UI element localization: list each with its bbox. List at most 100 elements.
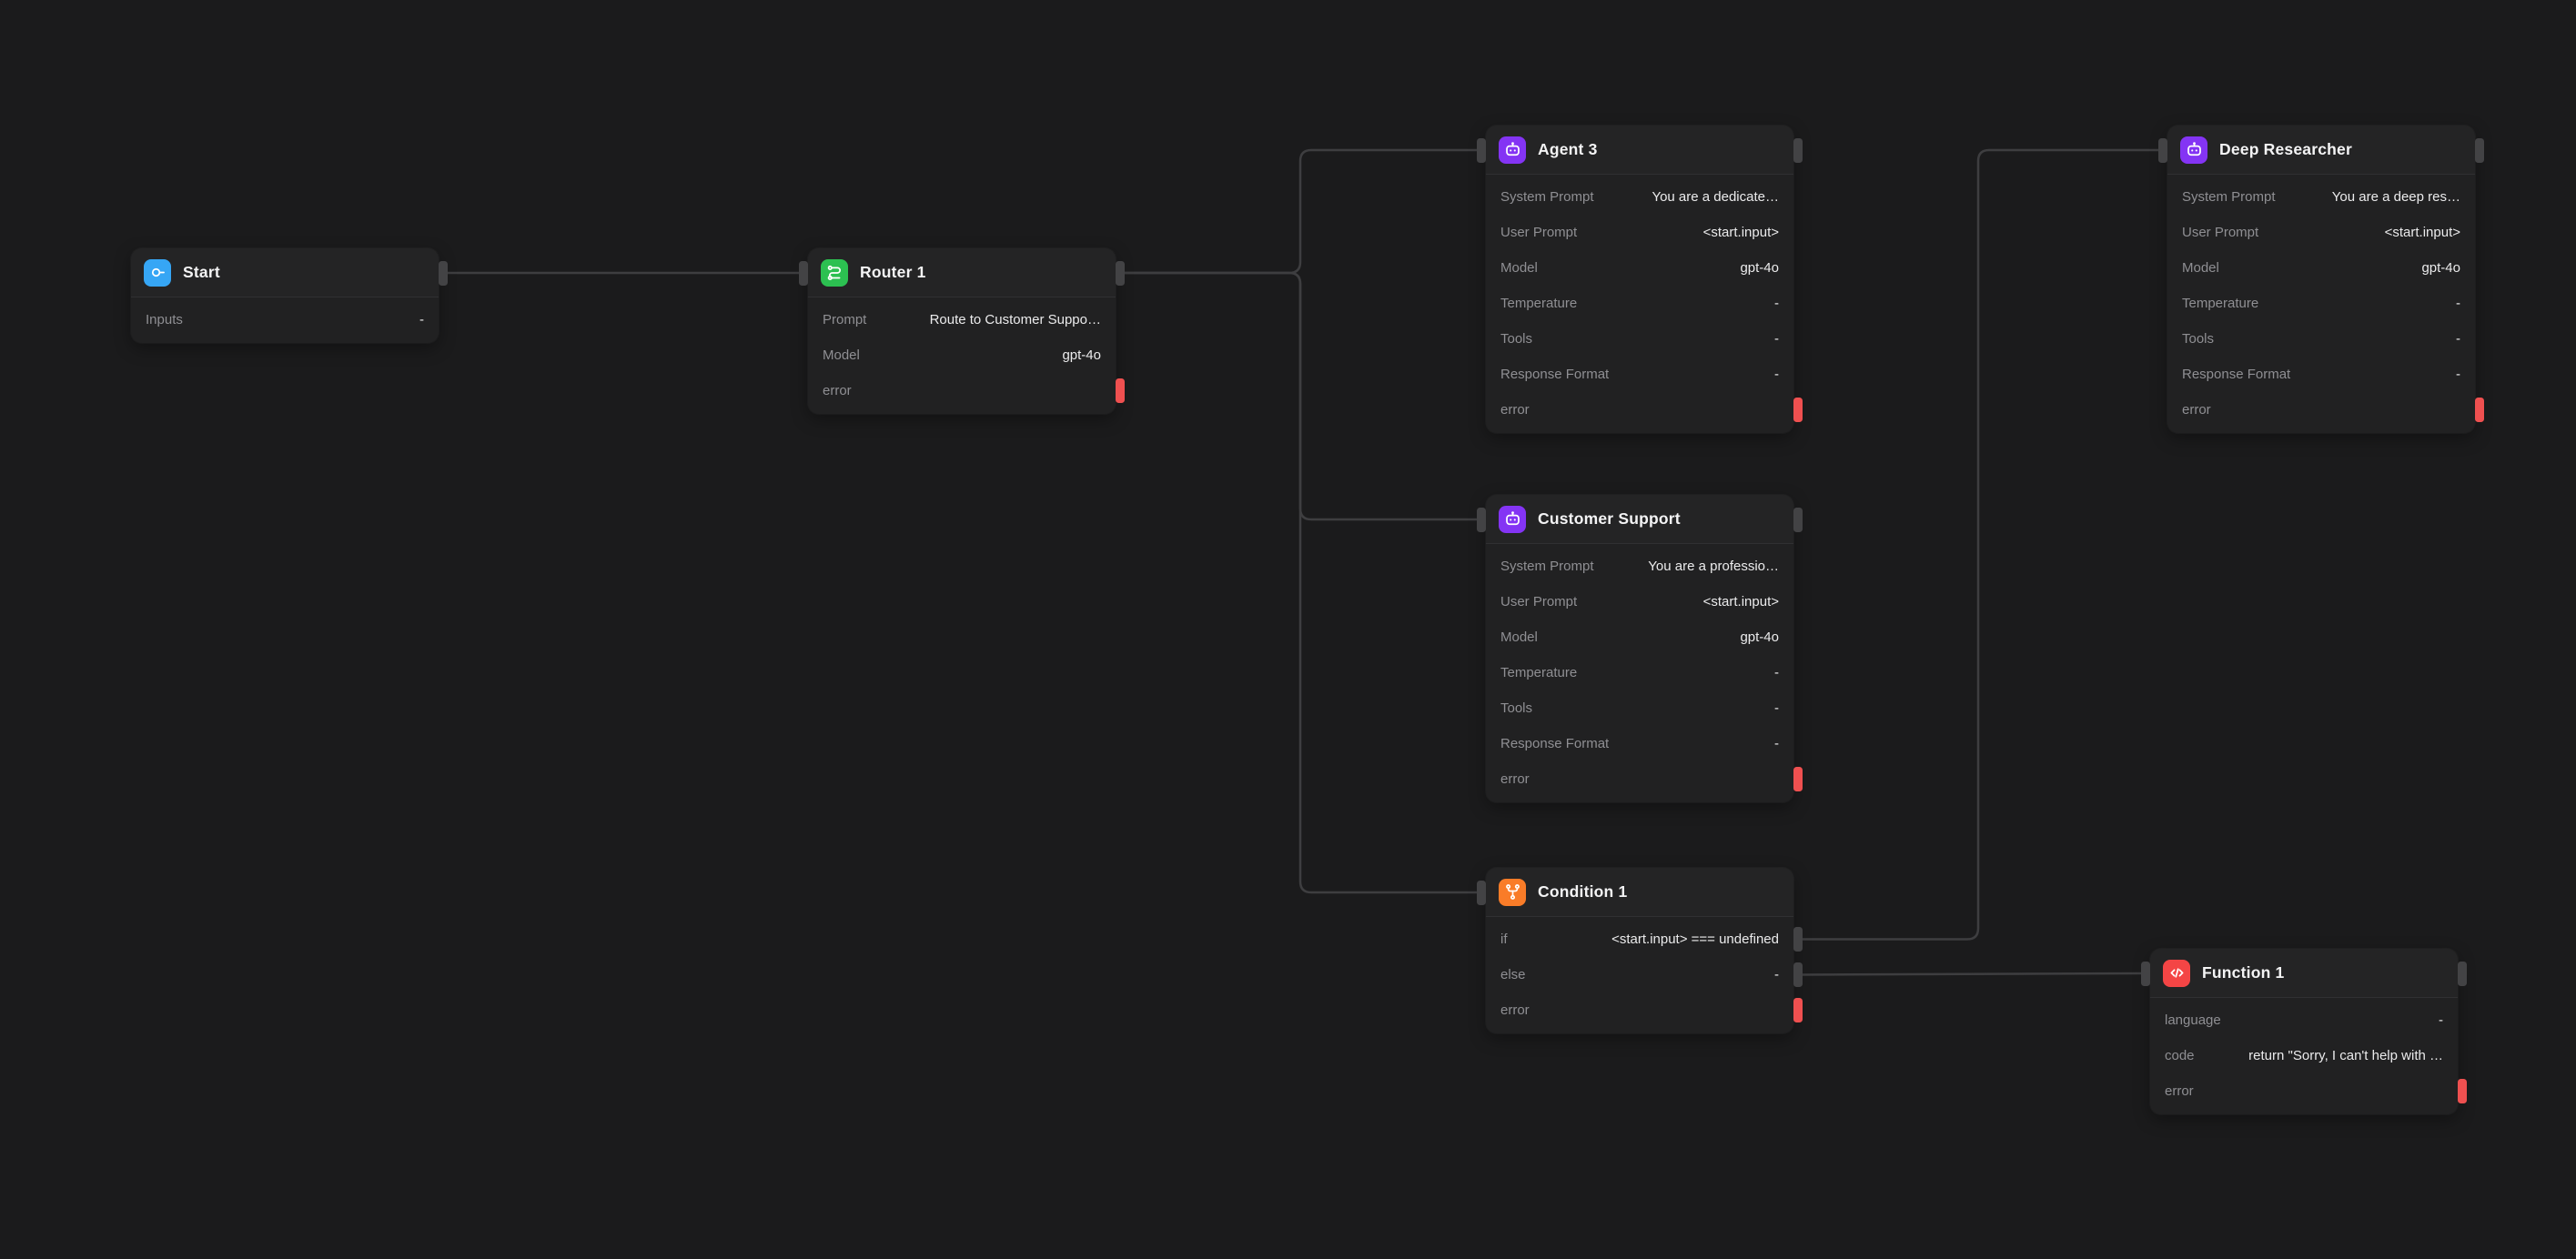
node-header[interactable]: Agent 3 bbox=[1486, 126, 1793, 175]
error-handle[interactable] bbox=[1793, 767, 1803, 791]
node-row[interactable]: codereturn "Sorry, I can't help with … bbox=[2150, 1038, 2458, 1073]
edge-condition-1-to-function-1[interactable] bbox=[1803, 973, 2141, 975]
node-row[interactable]: System Prompt You are a dedicate… bbox=[1486, 179, 1793, 215]
node-row[interactable]: else- bbox=[1486, 957, 1793, 992]
node-row[interactable]: error bbox=[2167, 392, 2475, 428]
row-label: Model bbox=[823, 347, 860, 363]
input-handle[interactable] bbox=[1477, 508, 1486, 532]
output-handle[interactable] bbox=[2458, 962, 2467, 986]
row-value: - bbox=[1541, 700, 1779, 716]
row-value: - bbox=[2230, 1012, 2443, 1028]
output-handle[interactable] bbox=[439, 261, 448, 286]
node-router-1[interactable]: Router 1PromptRoute to Customer Suppo…Mo… bbox=[808, 248, 1116, 414]
code-icon bbox=[2163, 960, 2190, 987]
row-value: You are a dedicate… bbox=[1603, 189, 1779, 205]
node-row[interactable]: error bbox=[1486, 992, 1793, 1028]
row-value: You are a professio… bbox=[1603, 559, 1779, 574]
node-row[interactable]: Inputs- bbox=[131, 302, 439, 337]
input-handle[interactable] bbox=[1477, 138, 1486, 163]
node-row[interactable]: Modelgpt-4o bbox=[1486, 250, 1793, 286]
node-function-1[interactable]: Function 1language-codereturn "Sorry, I … bbox=[2150, 949, 2458, 1114]
error-handle[interactable] bbox=[1116, 378, 1125, 403]
node-row[interactable]: Response Format- bbox=[1486, 357, 1793, 392]
node-header[interactable]: Condition 1 bbox=[1486, 868, 1793, 917]
row-label: error bbox=[1500, 771, 1530, 787]
node-header[interactable]: Router 1 bbox=[808, 248, 1116, 297]
row-label: else bbox=[1500, 967, 1526, 982]
row-label: error bbox=[1500, 402, 1530, 418]
bot-icon bbox=[1499, 136, 1526, 164]
input-handle[interactable] bbox=[2158, 138, 2167, 163]
node-row[interactable]: Modelgpt-4o bbox=[1486, 619, 1793, 655]
input-handle[interactable] bbox=[1477, 881, 1486, 905]
row-value: You are a deep res… bbox=[2285, 189, 2460, 205]
node-agent-3[interactable]: Agent 3 System Prompt You are a dedicate… U… bbox=[1486, 126, 1793, 433]
node-row[interactable]: Modelgpt-4o bbox=[2167, 250, 2475, 286]
node-body: System Prompt You are a dedicate… User Pro… bbox=[1486, 175, 1793, 433]
node-row[interactable]: System PromptYou are a deep res… bbox=[2167, 179, 2475, 215]
node-row[interactable]: Response Format- bbox=[2167, 357, 2475, 392]
workflow-canvas[interactable]: Start Inputs- Router 1 PromptRoute to Custo… bbox=[0, 0, 2576, 1259]
error-handle[interactable] bbox=[2475, 398, 2484, 422]
start-icon bbox=[144, 259, 171, 287]
row-value: - bbox=[1618, 736, 1779, 751]
input-handle[interactable] bbox=[799, 261, 808, 286]
node-row[interactable]: User Prompt<start.input> bbox=[1486, 215, 1793, 250]
edge-router-1-to-condition-1[interactable] bbox=[1125, 273, 1477, 892]
node-row[interactable]: PromptRoute to Customer Suppo… bbox=[808, 302, 1116, 337]
edge-router-1-to-agent-3[interactable] bbox=[1125, 150, 1477, 273]
node-row[interactable]: Response Format- bbox=[1486, 726, 1793, 761]
row-value: <start.input> bbox=[1586, 594, 1779, 609]
node-title: Deep Researcher bbox=[2219, 140, 2352, 159]
node-header[interactable]: Deep Researcher bbox=[2167, 126, 2475, 175]
output-handle[interactable] bbox=[1793, 138, 1803, 163]
error-handle[interactable] bbox=[2458, 1079, 2467, 1103]
node-row[interactable]: error bbox=[808, 373, 1116, 408]
node-row[interactable]: User Prompt <start.input> bbox=[1486, 584, 1793, 619]
node-condition-1[interactable]: Condition 1if<start.input> === undefined… bbox=[1486, 868, 1793, 1033]
output-handle[interactable] bbox=[2475, 138, 2484, 163]
node-header[interactable]: Customer Support bbox=[1486, 495, 1793, 544]
edge-condition-1-to-deep-researcher[interactable] bbox=[1803, 150, 2158, 940]
row-label: error bbox=[2165, 1083, 2194, 1099]
row-label: language bbox=[2165, 1012, 2221, 1028]
node-row[interactable]: if<start.input> === undefined bbox=[1486, 922, 1793, 957]
node-start[interactable]: Start Inputs- bbox=[131, 248, 439, 343]
node-row[interactable]: error bbox=[1486, 392, 1793, 428]
node-row[interactable]: error bbox=[2150, 1073, 2458, 1109]
output-handle[interactable] bbox=[1116, 261, 1125, 286]
node-row[interactable]: Tools- bbox=[1486, 321, 1793, 357]
row-value: - bbox=[192, 312, 424, 327]
node-header[interactable]: Start bbox=[131, 248, 439, 297]
error-handle[interactable] bbox=[1793, 998, 1803, 1022]
node-deep-researcher[interactable]: Deep Researcher System PromptYou are a de… bbox=[2167, 126, 2475, 433]
node-row[interactable]: Temperature- bbox=[1486, 286, 1793, 321]
row-label: Prompt bbox=[823, 312, 866, 327]
node-row[interactable]: Tools- bbox=[1486, 690, 1793, 726]
row-value: - bbox=[1541, 331, 1779, 347]
row-output-handle[interactable] bbox=[1793, 927, 1803, 952]
node-row[interactable]: Temperature- bbox=[2167, 286, 2475, 321]
output-handle[interactable] bbox=[1793, 508, 1803, 532]
node-row[interactable]: User Prompt<start.input> bbox=[2167, 215, 2475, 250]
node-row[interactable]: error bbox=[1486, 761, 1793, 797]
row-label: System Prompt bbox=[1500, 189, 1594, 205]
node-customer-support[interactable]: Customer Support System PromptYou are a p… bbox=[1486, 495, 1793, 802]
row-value: - bbox=[2223, 331, 2460, 347]
row-label: Temperature bbox=[1500, 665, 1577, 680]
node-header[interactable]: Function 1 bbox=[2150, 949, 2458, 998]
row-label: Model bbox=[2182, 260, 2219, 276]
input-handle[interactable] bbox=[2141, 962, 2150, 986]
row-label: User Prompt bbox=[1500, 594, 1577, 609]
error-handle[interactable] bbox=[1793, 398, 1803, 422]
node-row[interactable]: Tools- bbox=[2167, 321, 2475, 357]
node-body: if<start.input> === undefinedelse-error bbox=[1486, 917, 1793, 1033]
node-row[interactable]: System PromptYou are a professio… bbox=[1486, 549, 1793, 584]
node-row[interactable]: Modelgpt-4o bbox=[808, 337, 1116, 373]
node-row[interactable]: language- bbox=[2150, 1002, 2458, 1038]
row-output-handle[interactable] bbox=[1793, 962, 1803, 987]
row-label: Model bbox=[1500, 630, 1538, 645]
node-body: language-codereturn "Sorry, I can't help… bbox=[2150, 998, 2458, 1114]
node-row[interactable]: Temperature- bbox=[1486, 655, 1793, 690]
row-label: error bbox=[1500, 1002, 1530, 1018]
